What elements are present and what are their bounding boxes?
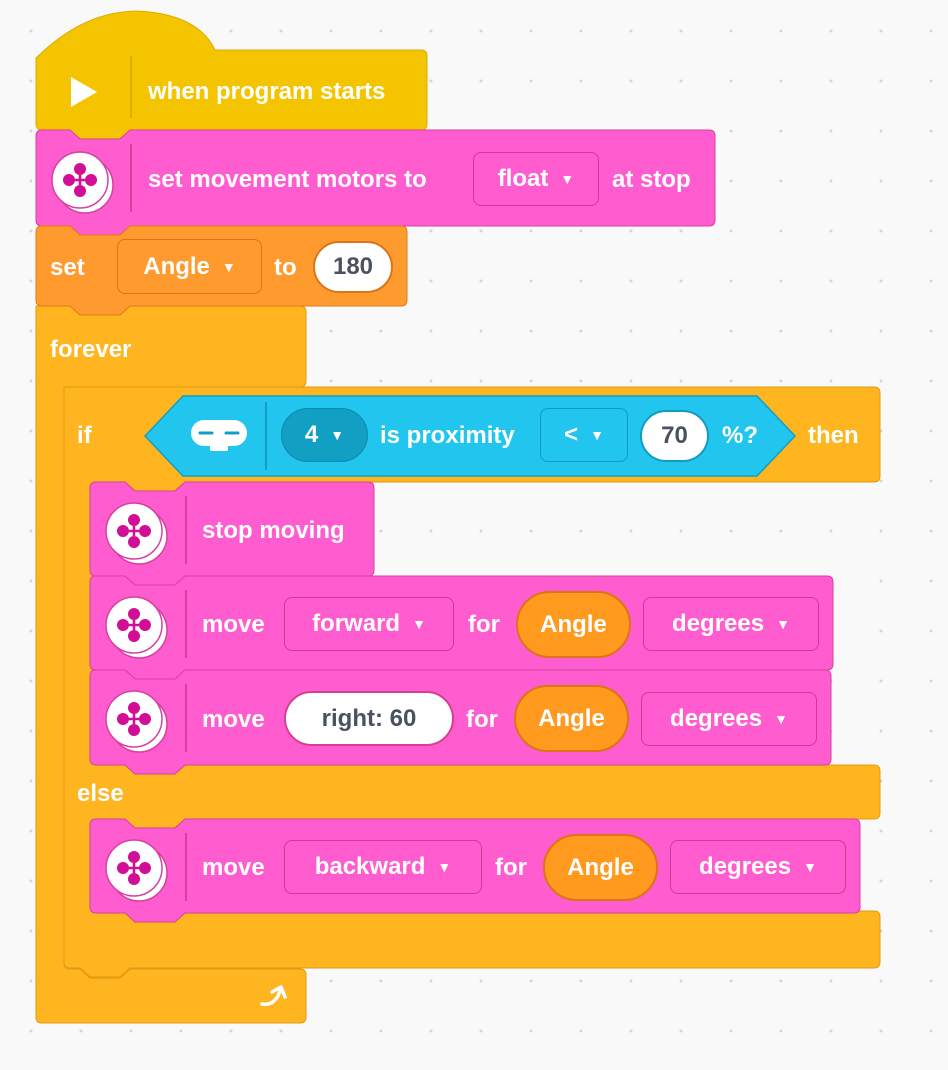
move2-for-label: for	[466, 706, 498, 733]
move3-for-label: for	[495, 854, 527, 881]
chevron-down-icon: ▼	[437, 859, 452, 875]
variable-value-input[interactable]: 180	[313, 241, 393, 293]
direction-dropdown[interactable]: forward ▼	[284, 597, 454, 651]
move3-divider	[185, 833, 187, 901]
movement-motors-icon	[51, 151, 114, 214]
angle-reporter[interactable]: Angle	[543, 834, 658, 901]
else-label: else	[77, 780, 124, 807]
stop-mode-value: float	[497, 165, 549, 192]
movement-motors-icon	[105, 839, 168, 902]
chevron-down-icon: ▼	[590, 427, 604, 443]
set-stop-label: set movement motors to	[148, 166, 427, 193]
play-icon	[71, 77, 97, 107]
stop-moving-label: stop moving	[202, 517, 345, 544]
direction-dropdown[interactable]: backward ▼	[284, 840, 482, 894]
move1-for-label: for	[468, 611, 500, 638]
to-label: to	[274, 254, 297, 281]
stop-moving-divider	[185, 496, 187, 564]
set-stop-suffix: at stop	[612, 166, 691, 193]
steering-input[interactable]: right: 60	[284, 691, 454, 746]
chevron-down-icon: ▼	[221, 258, 236, 275]
move3-label: move	[202, 854, 265, 881]
direction-value: forward	[312, 610, 401, 637]
operator-value: <	[564, 421, 579, 448]
unit-value: degrees	[699, 853, 792, 880]
chevron-down-icon: ▼	[776, 616, 790, 632]
movement-motors-icon	[105, 502, 168, 565]
unit-dropdown[interactable]: degrees ▼	[670, 840, 846, 894]
threshold-input[interactable]: 70	[640, 410, 709, 462]
set-label: set	[50, 254, 85, 281]
chevron-down-icon: ▼	[412, 616, 426, 632]
angle-reporter[interactable]: Angle	[514, 685, 629, 752]
sensor-divider	[265, 402, 267, 470]
forever-label: forever	[50, 336, 132, 363]
operator-dropdown[interactable]: < ▼	[540, 408, 628, 462]
direction-value: backward	[314, 853, 426, 880]
port-dropdown[interactable]: 4 ▼	[281, 408, 368, 462]
unit-value: degrees	[670, 705, 763, 732]
stop-mode-dropdown[interactable]: float ▼	[473, 152, 599, 206]
percent-label: %?	[722, 422, 758, 449]
chevron-down-icon: ▼	[774, 711, 788, 727]
angle-reporter[interactable]: Angle	[516, 591, 631, 658]
then-label: then	[808, 422, 859, 449]
loop-arrow-icon	[260, 985, 287, 1007]
move1-divider	[185, 590, 187, 658]
if-label: if	[77, 422, 92, 449]
variable-dropdown[interactable]: Angle ▼	[117, 239, 262, 294]
unit-value: degrees	[672, 610, 765, 637]
chevron-down-icon: ▼	[330, 427, 345, 443]
set-stop-divider	[130, 144, 132, 212]
chevron-down-icon: ▼	[803, 859, 817, 875]
distance-sensor-icon	[191, 420, 247, 451]
movement-motors-icon	[105, 690, 168, 753]
variable-name: Angle	[143, 252, 210, 280]
unit-dropdown[interactable]: degrees ▼	[643, 597, 819, 651]
hat-divider	[130, 56, 132, 118]
is-proximity-label: is proximity	[380, 422, 515, 449]
move2-divider	[185, 684, 187, 752]
port-value: 4	[304, 421, 319, 448]
hat-label: when program starts	[148, 78, 386, 105]
unit-dropdown[interactable]: degrees ▼	[641, 692, 817, 746]
move2-label: move	[202, 706, 265, 733]
chevron-down-icon: ▼	[560, 171, 575, 187]
move1-label: move	[202, 611, 265, 638]
movement-motors-icon	[105, 596, 168, 659]
